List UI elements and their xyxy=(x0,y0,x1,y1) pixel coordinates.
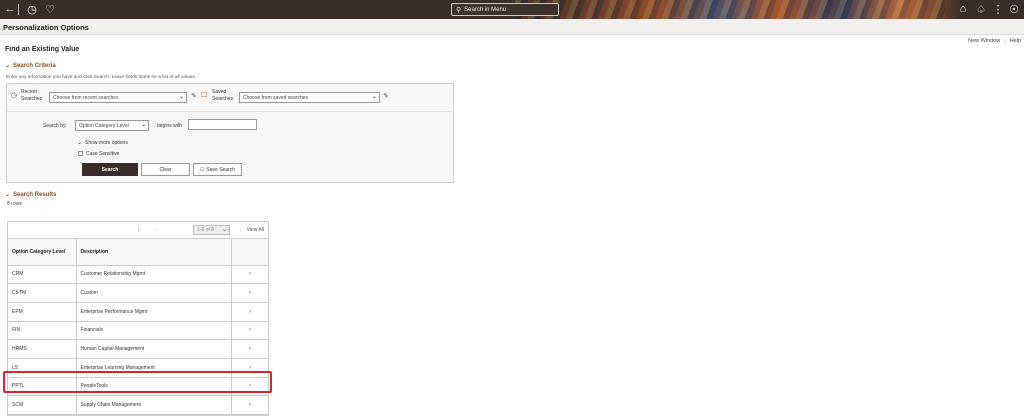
link-separator: | xyxy=(1004,38,1006,44)
saved-searches-value: Choose from saved searches xyxy=(243,94,309,101)
navbar-compass-icon[interactable]: ☉ xyxy=(1007,2,1021,16)
page-title-bar: Personalization Options xyxy=(0,19,1024,35)
chevron-down-icon: ⌄ xyxy=(5,192,11,198)
row-chevron-right-icon[interactable]: › xyxy=(231,321,268,341)
row-count: 8 rows xyxy=(7,201,22,207)
table-row[interactable]: HRMS Human Capital Management › xyxy=(8,339,268,359)
notification-bell-icon[interactable]: ♤ xyxy=(974,2,988,16)
actions-menu-icon[interactable]: ⋮ xyxy=(991,2,1005,16)
table-row[interactable]: EPM Enterprise Performance Mgmt › xyxy=(8,302,268,322)
cell-description: Customer Relationship Mgmt xyxy=(76,265,232,285)
table-row[interactable]: SCM Supply Chain Management › xyxy=(8,395,268,415)
search-icon: ⚲ xyxy=(456,6,462,14)
first-page-icon[interactable]: |‹ xyxy=(138,227,141,233)
search-value-input[interactable] xyxy=(188,119,257,130)
page-title: Personalization Options xyxy=(3,23,89,32)
column-header-level[interactable]: Option Category Level xyxy=(8,239,77,266)
search-instructions: Enter any information you have and click… xyxy=(6,75,197,80)
chevron-down-icon: ⌄ xyxy=(77,140,83,146)
recent-searches-value: Choose from recent searches xyxy=(53,94,119,101)
search-menu-placeholder: Search in Menu xyxy=(464,6,507,13)
cell-level: SCM xyxy=(8,395,77,415)
chevron-down-icon: ⌄ xyxy=(5,63,11,69)
operator-label: begins with xyxy=(157,123,183,129)
saved-searches-bookmark-icon: ☐ xyxy=(201,92,208,99)
banner-decoration xyxy=(515,0,945,19)
chevron-down-icon: ⌄ xyxy=(140,122,146,128)
new-window-link[interactable]: New Window xyxy=(968,38,1000,44)
banner-divider xyxy=(18,4,19,15)
recent-searches-label-line1: Recent xyxy=(21,89,37,95)
cell-level: CRM xyxy=(8,265,77,285)
recent-searches-label-line2: Searches xyxy=(21,96,43,102)
save-search-button[interactable]: ☐ Save Search xyxy=(193,163,242,176)
search-criteria-section-toggle[interactable]: ⌄ Search Criteria xyxy=(5,62,56,70)
cell-description: Enterprise Performance Mgmt xyxy=(76,302,232,322)
search-results-section-toggle[interactable]: ⌄ Search Results xyxy=(5,191,57,199)
favorites-heart-icon[interactable]: ♡ xyxy=(43,2,57,16)
view-all-link[interactable]: View All xyxy=(247,227,264,233)
row-chevron-right-icon[interactable]: › xyxy=(231,283,268,303)
search-button[interactable]: Search xyxy=(82,163,138,176)
cell-description: Custom xyxy=(76,283,232,303)
saved-searches-label-line2: Searches xyxy=(212,96,234,102)
top-banner: ← ◷ ♡ ⚲ Search in Menu ⌂ ♤ ⋮ ☉ xyxy=(0,0,1024,19)
row-chevron-right-icon[interactable]: › xyxy=(231,302,268,322)
recent-searches-clock-icon: ◷ xyxy=(11,92,18,99)
table-header-row: Option Category Level Description xyxy=(8,239,268,266)
search-criteria-panel: ◷ Recent Searches Choose from recent sea… xyxy=(6,83,454,183)
help-link[interactable]: Help xyxy=(1010,38,1021,44)
row-chevron-right-icon[interactable]: › xyxy=(231,265,268,285)
column-header-description[interactable]: Description xyxy=(76,239,232,266)
last-page-icon[interactable]: ›| xyxy=(226,227,229,233)
history-icon[interactable]: ◷ xyxy=(25,2,39,16)
clear-button-label: Clear xyxy=(159,166,172,173)
page-heading: Find an Existing Value xyxy=(5,46,80,53)
show-more-options-label: Show more options xyxy=(85,139,128,146)
table-row[interactable]: CSTM Custom › xyxy=(8,283,268,303)
cell-level: EPM xyxy=(8,302,77,322)
cell-level: CSTM xyxy=(8,283,77,303)
edit-recent-pencil-icon[interactable]: ✎ xyxy=(191,92,197,100)
cell-level: HRMS xyxy=(8,339,77,359)
back-arrow-icon[interactable]: ← xyxy=(3,2,17,16)
cell-description: Financials xyxy=(76,321,232,341)
search-by-label: Search by: xyxy=(43,123,67,129)
chevron-down-icon: ⌄ xyxy=(178,94,184,100)
column-header-action xyxy=(231,239,268,266)
case-sensitive-checkbox[interactable] xyxy=(78,151,83,156)
table-row[interactable]: CRM Customer Relationship Mgmt › xyxy=(8,265,268,285)
saved-searches-dropdown[interactable]: Choose from saved searches ⌄ xyxy=(239,92,380,103)
search-menu-field[interactable]: ⚲ Search in Menu xyxy=(451,3,559,16)
edit-saved-pencil-icon[interactable]: ✎ xyxy=(383,92,389,100)
search-results-title: Search Results xyxy=(13,191,57,198)
save-search-button-label: Save Search xyxy=(206,166,236,173)
cell-description: Supply Chain Management xyxy=(76,395,232,415)
chevron-down-icon: ⌄ xyxy=(371,94,377,100)
previous-page-icon[interactable]: ‹ xyxy=(155,227,157,233)
show-more-options-toggle[interactable]: ⌄ Show more options xyxy=(77,139,128,147)
pager-separator: | xyxy=(240,227,242,233)
grid-pager: |‹ ‹ 1-8 of 8 ⌄ › ›| | View All xyxy=(8,222,268,239)
cell-description: Human Capital Management xyxy=(76,339,232,359)
clear-button[interactable]: Clear xyxy=(141,163,190,176)
saved-searches-label-line1: Saved xyxy=(212,89,227,95)
row-chevron-right-icon[interactable]: › xyxy=(231,395,268,415)
case-sensitive-label: Case Sensitive xyxy=(86,151,120,157)
row-chevron-right-icon[interactable]: › xyxy=(231,339,268,359)
search-criteria-title: Search Criteria xyxy=(13,62,56,69)
search-button-label: Search xyxy=(101,166,119,173)
search-by-dropdown[interactable]: Option Category Level ⌄ xyxy=(75,120,149,131)
search-by-value: Option Category Level xyxy=(79,122,129,129)
next-page-icon[interactable]: › xyxy=(211,227,213,233)
cell-level: FIN xyxy=(8,321,77,341)
highlight-box xyxy=(3,371,272,393)
recent-searches-dropdown[interactable]: Choose from recent searches ⌄ xyxy=(49,92,187,103)
home-icon[interactable]: ⌂ xyxy=(956,2,970,16)
page-links: New Window | Help xyxy=(968,38,1021,44)
bookmark-icon: ☐ xyxy=(199,166,205,173)
criteria-divider xyxy=(7,111,453,112)
table-row[interactable]: FIN Financials › xyxy=(8,321,268,341)
